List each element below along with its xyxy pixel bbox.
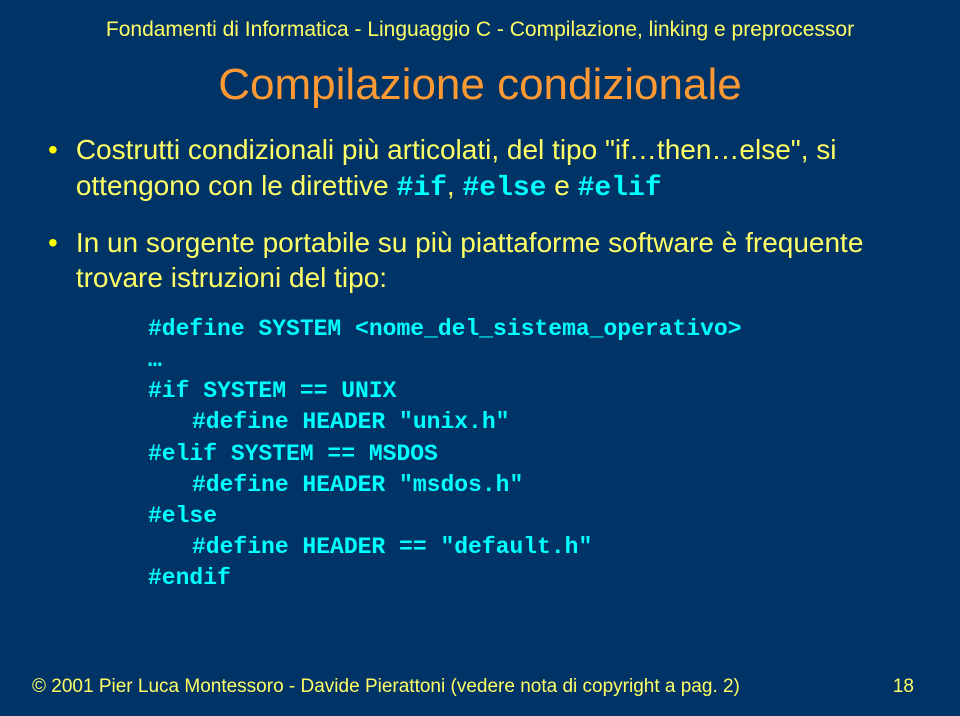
bullet-dot-icon: • [48, 225, 58, 261]
code-token-if: #if [396, 173, 446, 204]
code-block: #define SYSTEM <nome_del_sistema_operati… [48, 314, 912, 593]
code-line: #elif SYSTEM == MSDOS [148, 439, 912, 470]
page-number: 18 [893, 676, 914, 698]
slide-header: Fondamenti di Informatica - Linguaggio C… [0, 0, 960, 42]
code-line: #define HEADER "msdos.h" [148, 470, 912, 501]
footer-copyright: © 2001 Pier Luca Montessoro - Davide Pie… [32, 676, 893, 698]
code-token-elif: #elif [578, 173, 662, 204]
slide-title: Compilazione condizionale [0, 60, 960, 110]
slide: Fondamenti di Informatica - Linguaggio C… [0, 0, 960, 716]
slide-footer: © 2001 Pier Luca Montessoro - Davide Pie… [0, 676, 960, 698]
bullet-1-sep1: , [447, 170, 463, 201]
bullet-text-2: In un sorgente portabile su più piattafo… [76, 225, 912, 297]
code-line: #define HEADER == "default.h" [148, 532, 912, 563]
bullet-dot-icon: • [48, 132, 58, 168]
code-line: #else [148, 501, 912, 532]
code-line: #endif [148, 563, 912, 594]
code-token-else: #else [462, 173, 546, 204]
code-line: #if SYSTEM == UNIX [148, 376, 912, 407]
code-line: #define HEADER "unix.h" [148, 407, 912, 438]
slide-content: • Costrutti condizionali più articolati,… [0, 132, 960, 594]
code-line: … [148, 345, 912, 376]
bullet-item-2: • In un sorgente portabile su più piatta… [48, 225, 912, 297]
code-line: #define SYSTEM <nome_del_sistema_operati… [148, 314, 912, 345]
bullet-text-1: Costrutti condizionali più articolati, d… [76, 132, 912, 207]
bullet-1-sep2: e [546, 170, 577, 201]
bullet-item-1: • Costrutti condizionali più articolati,… [48, 132, 912, 207]
